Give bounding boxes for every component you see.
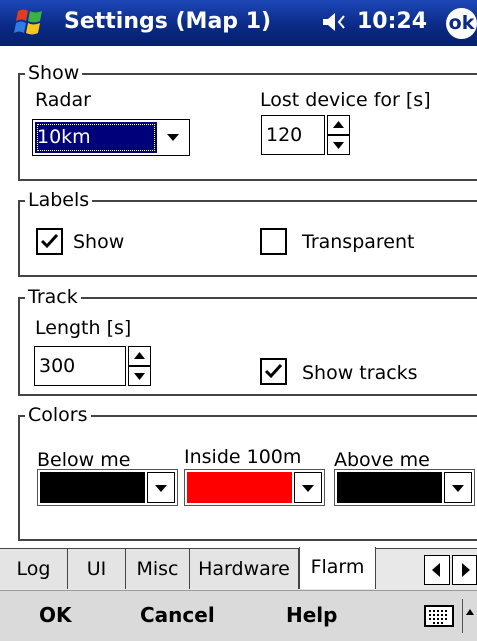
tab-ui[interactable]: UI	[68, 549, 126, 589]
keyboard-icon[interactable]	[424, 605, 454, 627]
below-me-swatch	[40, 472, 145, 503]
track-length-input[interactable]: 300	[34, 346, 126, 386]
chevron-down-icon	[167, 134, 179, 141]
tab-scroll-left-button[interactable]	[424, 555, 450, 585]
spin-up-button[interactable]	[128, 346, 151, 366]
labels-transparent-checkbox[interactable]	[260, 228, 287, 255]
track-legend: Track	[25, 284, 81, 310]
show-tracks-checkbox[interactable]	[260, 358, 287, 385]
inside-100m-color-dropdown[interactable]	[184, 469, 325, 506]
labels-show-checkbox[interactable]	[36, 228, 63, 255]
input-panel-arrow-button[interactable]	[462, 599, 477, 633]
tab-hardware[interactable]: Hardware	[190, 549, 299, 589]
track-length-label: Length [s]	[35, 317, 132, 339]
spin-up-button[interactable]	[327, 115, 350, 135]
lost-device-label: Lost device for [s]	[260, 89, 431, 111]
above-me-swatch	[337, 472, 442, 503]
settings-tabs: Log UI Misc Hardware Flarm	[0, 547, 477, 590]
tab-flarm[interactable]: Flarm	[299, 547, 376, 589]
inside-100m-label: Inside 100m	[184, 446, 302, 468]
track-group: Track Length [s] 300 Show tracks	[18, 284, 477, 396]
show-legend: Show	[25, 60, 83, 86]
spin-down-button[interactable]	[327, 135, 350, 155]
inside-100m-swatch	[187, 472, 292, 503]
title-bar: Settings (Map 1) 10:24 ok	[0, 0, 477, 46]
labels-show-label: Show	[73, 231, 125, 253]
show-group: Show Radar Lost device for [s] 10km 120	[18, 60, 477, 181]
menu-bar: OK Cancel Help	[0, 590, 477, 641]
tab-log[interactable]: Log	[0, 549, 68, 589]
window-title: Settings (Map 1)	[64, 9, 272, 34]
chevron-down-icon	[294, 472, 322, 503]
ok-close-button[interactable]: ok	[446, 8, 477, 39]
labels-legend: Labels	[25, 187, 93, 213]
chevron-down-icon	[147, 472, 175, 503]
above-me-color-dropdown[interactable]	[334, 469, 475, 506]
labels-transparent-label: Transparent	[302, 231, 415, 253]
cancel-button[interactable]: Cancel	[140, 603, 215, 627]
track-length-spinner[interactable]	[128, 346, 151, 386]
chevron-down-icon	[444, 472, 472, 503]
radar-range-dropdown[interactable]: 10km	[32, 119, 190, 156]
colors-group: Colors Below me Inside 100m Above me	[18, 402, 477, 541]
start-menu-windows-icon[interactable]	[10, 7, 46, 39]
spin-down-button[interactable]	[128, 366, 151, 386]
ok-button[interactable]: OK	[39, 603, 72, 627]
lost-device-input[interactable]: 120	[261, 115, 325, 155]
volume-icon[interactable]	[322, 10, 348, 34]
show-tracks-label: Show tracks	[302, 362, 418, 384]
radar-label: Radar	[35, 89, 91, 111]
clock[interactable]: 10:24	[357, 9, 427, 34]
lost-device-spinner[interactable]	[327, 115, 350, 155]
help-button[interactable]: Help	[286, 603, 337, 627]
colors-legend: Colors	[25, 402, 91, 428]
tab-misc[interactable]: Misc	[126, 549, 190, 589]
below-me-color-dropdown[interactable]	[37, 469, 178, 506]
labels-group: Labels Show Transparent	[18, 187, 477, 277]
tab-scroll-right-button[interactable]	[452, 555, 477, 585]
radar-range-value: 10km	[35, 122, 157, 153]
